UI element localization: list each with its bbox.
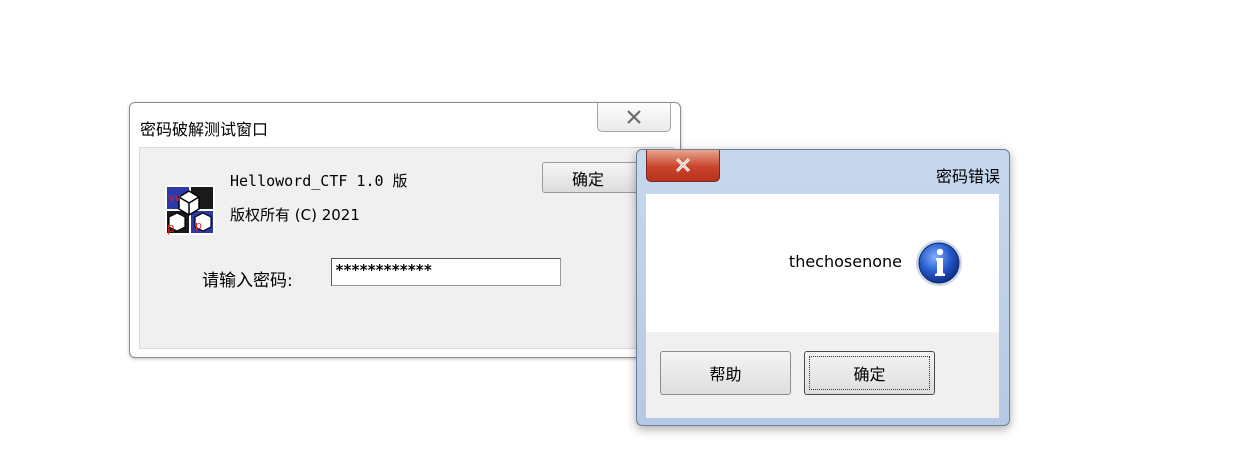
- svg-text:p: p: [167, 221, 175, 235]
- svg-text:vv: vv: [169, 193, 181, 204]
- close-icon: [675, 157, 691, 173]
- dialog-title: 密码错误: [935, 167, 1000, 186]
- app-icon: vv p p: [165, 185, 215, 235]
- copyright-text: 版权所有 (C) 2021: [230, 206, 360, 224]
- help-button-label: 帮助: [709, 365, 742, 384]
- message-area: thechosenone: [646, 194, 999, 332]
- info-icon: [916, 240, 962, 286]
- window-title: 密码破解测试窗口: [140, 120, 269, 139]
- svg-text:p: p: [195, 219, 202, 232]
- password-input[interactable]: ************: [331, 258, 561, 286]
- message-text: thechosenone: [788, 252, 902, 271]
- dialog-close-button[interactable]: [646, 150, 720, 182]
- password-label: 请输入密码:: [202, 271, 293, 291]
- window-close-button[interactable]: [597, 103, 671, 132]
- help-button[interactable]: 帮助: [660, 351, 791, 395]
- window-client-area: vv p p Helloword_CTF 1.0 版 版权所有 (C) 2021…: [139, 147, 674, 349]
- password-test-window: 密码破解测试窗口 vv p p Helloword_CTF 1.0 版 版权所有…: [129, 102, 681, 358]
- password-error-dialog: 密码错误 thechosenone 帮助 确定: [636, 149, 1010, 426]
- dialog-ok-button[interactable]: 确定: [804, 351, 935, 395]
- dialog-body: thechosenone 帮助 确定: [646, 194, 999, 418]
- dialog-ok-label: 确定: [853, 365, 886, 384]
- close-icon: [627, 110, 641, 124]
- app-version-text: Helloword_CTF 1.0 版: [230, 172, 408, 190]
